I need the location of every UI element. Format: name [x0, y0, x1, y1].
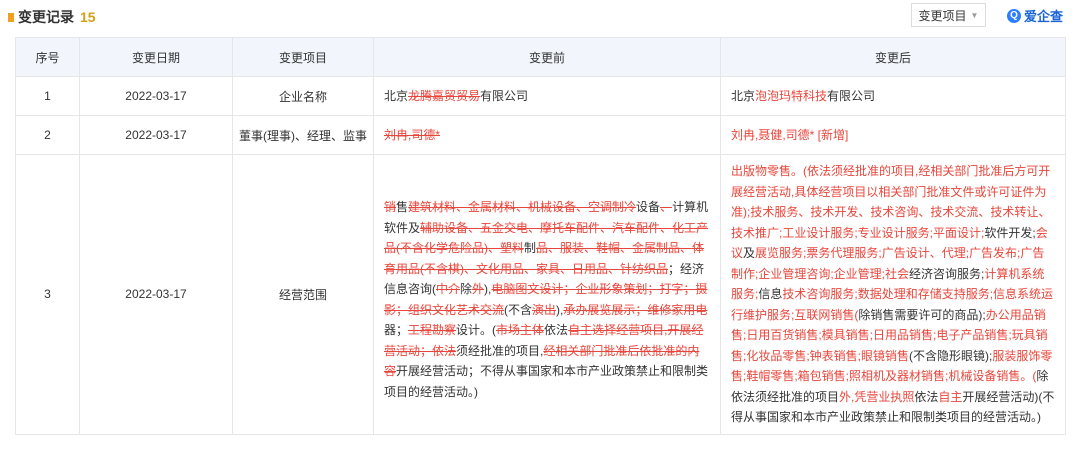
filter-label: 变更项目: [918, 8, 967, 23]
col-header-before: 变更前: [373, 37, 721, 77]
row-before: 销售建筑材料、金属材料、机械设备、空调制冷设备、计算机软件及辅助设备、五金交电、…: [373, 154, 721, 435]
row-item: 企业名称: [232, 76, 374, 116]
deleted-text: 市场主体: [496, 323, 545, 337]
plain-text: 开展经营活动；不得从事国家和本市产业政策禁止和限制类项目的经营活动。): [384, 364, 709, 399]
deleted-text: 演出: [532, 302, 557, 317]
plain-text: 经济咨询服务;: [909, 266, 985, 281]
row-before: 北京龙腾嘉贸贸易有限公司: [373, 76, 721, 116]
plain-text: 设备: [636, 200, 661, 214]
section-title: 变更记录: [18, 9, 74, 25]
changed-text: 外,凭营业执照: [839, 389, 915, 404]
table-row: 1 2022-03-17 企业名称 北京龙腾嘉贸贸易有限公司 北京泡泡玛特科技有…: [15, 76, 1066, 116]
changed-text: 刘冉,聂健,司德* [新增]: [731, 127, 849, 142]
row-item: 经营范围: [232, 154, 374, 435]
section-title-group: 变更记录 15: [8, 7, 96, 27]
row-date: 2022-03-17: [79, 115, 233, 155]
plain-text: 依法: [914, 389, 939, 404]
col-header-no: 序号: [15, 37, 80, 77]
deleted-text: 销: [384, 200, 397, 214]
table-row: 2 2022-03-17 董事(理事)、经理、监事 刘冉,司德* 刘冉,聂健,司…: [15, 115, 1066, 155]
col-header-date: 变更日期: [79, 37, 233, 77]
section-marker-icon: [8, 12, 14, 22]
deleted-text: 承办展览展示；维修家用电: [563, 302, 708, 317]
plain-text: 软件开发;: [984, 225, 1036, 240]
change-records-table: 序号 变更日期 变更项目 变更前 变更后 1 2022-03-17 企业名称 北…: [15, 37, 1066, 435]
deleted-text: 刘冉,司德*: [384, 127, 441, 142]
plain-text: 除: [460, 282, 473, 296]
plain-text: 售: [396, 200, 409, 214]
row-after: 刘冉,聂健,司德* [新增]: [720, 115, 1066, 155]
plain-text: 北京: [384, 88, 409, 103]
plain-text: 及: [743, 246, 756, 260]
plain-text: 除销售需要许可的商品);: [858, 307, 986, 322]
row-no: 2: [15, 115, 80, 155]
table-header-row: 序号 变更日期 变更项目 变更前 变更后: [15, 37, 1066, 77]
changed-text: 泡泡玛特科技: [755, 88, 828, 103]
plain-text: 信息: [758, 287, 783, 301]
row-date: 2022-03-17: [79, 76, 233, 116]
plain-text: 制: [524, 241, 537, 255]
change-item-filter-dropdown[interactable]: 变更项目 ▼: [911, 3, 986, 27]
row-after: 出版物零售。(依法须经批准的项目,经相关部门批准后方可开展经营活动,具体经营项目…: [720, 154, 1066, 435]
row-before: 刘冉,司德*: [373, 115, 721, 155]
col-header-item: 变更项目: [232, 37, 374, 77]
plain-text: 北京: [731, 88, 756, 103]
col-header-after: 变更后: [720, 37, 1066, 77]
row-no: 3: [15, 154, 80, 435]
plain-text: 设计。(: [456, 323, 497, 337]
deleted-text: 龙腾嘉贸贸易: [408, 88, 481, 103]
plain-text: (不含隐形眼镜);: [909, 348, 993, 363]
plain-text: 器；: [384, 323, 409, 337]
deleted-text: 建筑材料、金属材料、机械设备、空调制冷: [408, 200, 637, 214]
deleted-text: 外: [472, 282, 485, 296]
brand-name: 爱企查: [1024, 9, 1064, 24]
plain-text: 有限公司: [827, 88, 876, 103]
deleted-text: 工程勘察: [408, 323, 457, 337]
deleted-text: 、: [660, 200, 673, 214]
section-header: 变更记录 15 变更项目 ▼ Q 爱企查: [0, 0, 1080, 30]
changed-text: 自主: [938, 389, 963, 404]
row-item: 董事(理事)、经理、监事: [232, 115, 374, 155]
row-no: 1: [15, 76, 80, 116]
row-after: 北京泡泡玛特科技有限公司: [720, 76, 1066, 116]
plain-text: 须经批准的项目,: [456, 343, 544, 358]
plain-text: 依法: [544, 323, 569, 337]
plain-text: (不含: [504, 302, 533, 317]
plain-text: 有限公司: [480, 88, 529, 103]
brand-logo: Q 爱企查: [1007, 6, 1063, 25]
caret-down-icon: ▼: [970, 10, 979, 20]
record-count: 15: [80, 9, 96, 25]
row-date: 2022-03-17: [79, 154, 233, 435]
search-magnifier-icon: Q: [1007, 8, 1021, 23]
deleted-text: 中介: [436, 282, 461, 296]
table-row: 3 2022-03-17 经营范围 销售建筑材料、金属材料、机械设备、空调制冷设…: [15, 154, 1066, 435]
